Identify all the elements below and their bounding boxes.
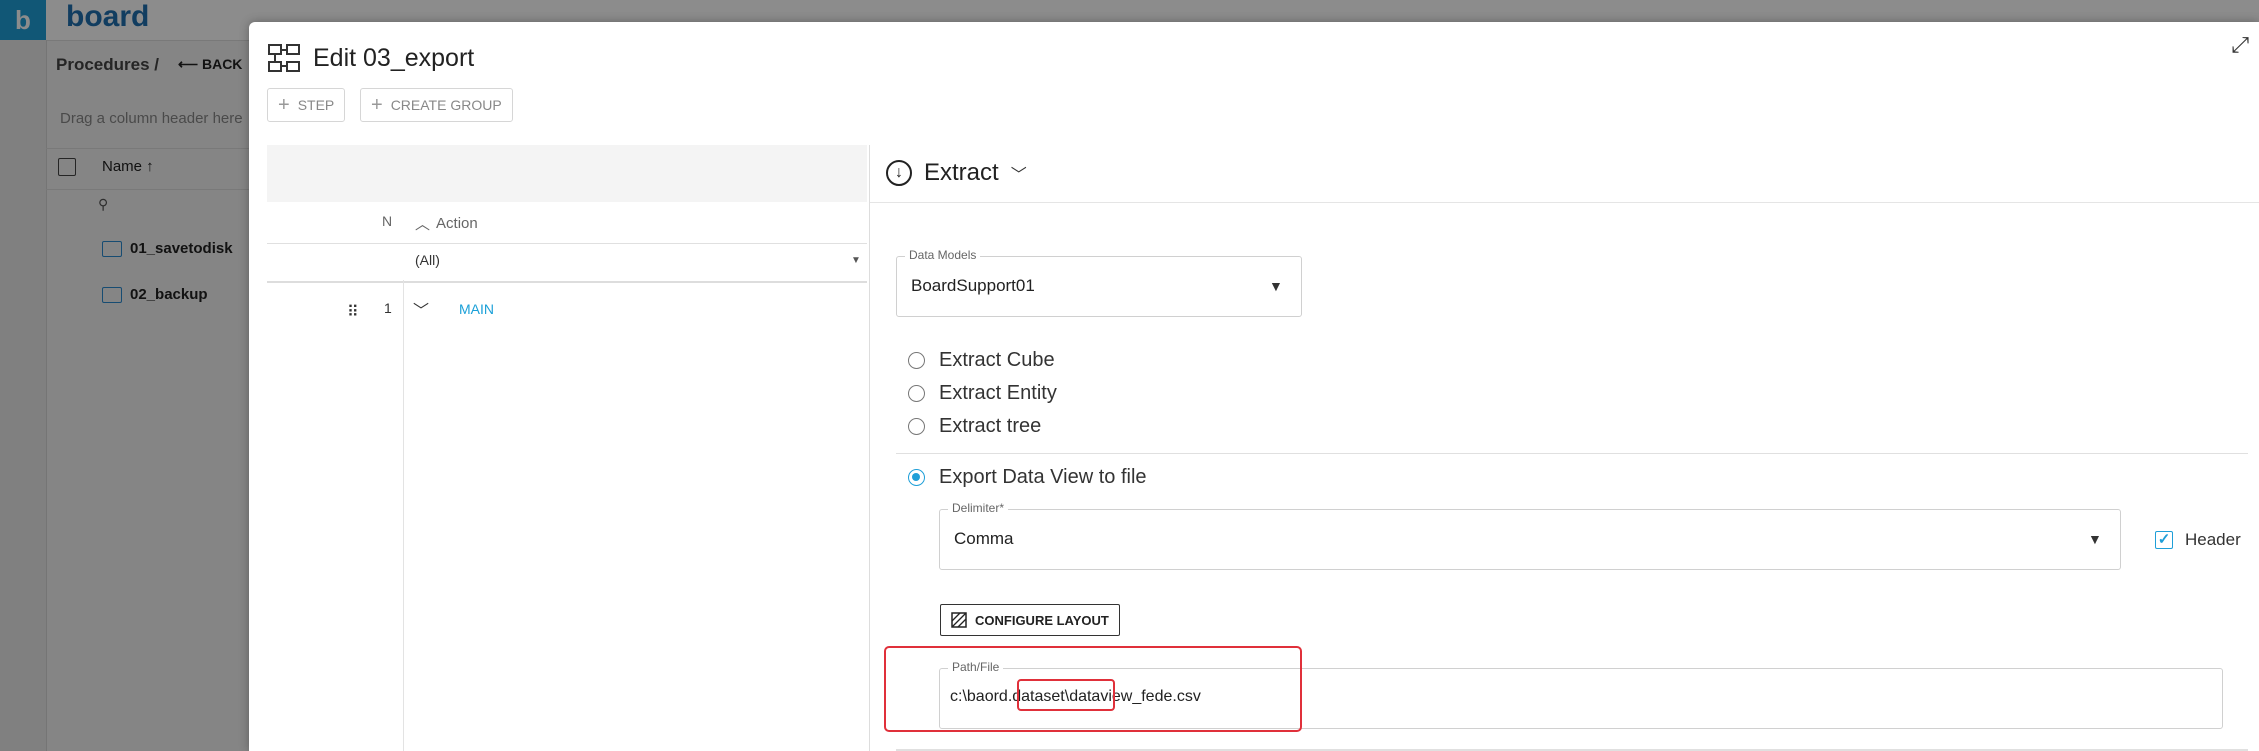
configure-layout-label: CONFIGURE LAYOUT bbox=[975, 612, 1109, 628]
drag-handle-icon[interactable]: ⠿ bbox=[347, 302, 359, 322]
delimiter-label: Delimiter* bbox=[948, 501, 1009, 515]
radio-extract-cube[interactable]: Extract Cube bbox=[908, 349, 1055, 372]
expand-icon[interactable]: ⤢ bbox=[2231, 32, 2249, 58]
caret-down-icon: ▼ bbox=[2088, 531, 2102, 547]
panel-header: ↓ Extract ﹀ bbox=[870, 145, 2259, 203]
radio-button[interactable] bbox=[908, 418, 925, 435]
step-number: 1 bbox=[384, 300, 392, 316]
layout-icon bbox=[951, 612, 967, 628]
header-checkbox[interactable]: ✓ Header bbox=[2155, 530, 2241, 550]
action-type-dropdown[interactable]: ↓ Extract ﹀ bbox=[886, 159, 1027, 187]
chevron-down-icon[interactable]: ﹀ bbox=[413, 297, 429, 321]
column-header-action-label: Action bbox=[436, 215, 478, 232]
steps-grid-header-area bbox=[267, 145, 867, 202]
edit-procedure-dialog: Edit 03_export ⤢ + STEP + CREATE GROUP N… bbox=[249, 22, 2259, 751]
plus-icon: + bbox=[278, 93, 290, 116]
chevron-down-icon: ﹀ bbox=[1010, 167, 1027, 184]
data-models-label: Data Models bbox=[905, 248, 981, 262]
chevron-up-icon: ︿ bbox=[415, 216, 431, 233]
dialog-title: Edit 03_export bbox=[313, 43, 475, 72]
caret-down-icon: ▼ bbox=[1269, 278, 1283, 294]
column-header-n[interactable]: N bbox=[382, 213, 392, 229]
data-models-value: BoardSupport01 bbox=[911, 276, 1035, 295]
dialog-header: Edit 03_export bbox=[267, 42, 474, 74]
add-step-label: STEP bbox=[297, 97, 335, 113]
create-group-button[interactable]: + CREATE GROUP bbox=[360, 88, 513, 122]
delimiter-value: Comma bbox=[954, 529, 1014, 548]
checkbox-checked-icon[interactable]: ✓ bbox=[2155, 531, 2173, 549]
radio-extract-tree[interactable]: Extract tree bbox=[908, 415, 1041, 438]
download-icon: ↓ bbox=[886, 160, 912, 186]
caret-down-icon[interactable]: ▼ bbox=[851, 255, 861, 266]
column-divider bbox=[403, 280, 404, 751]
step-detail-panel: ↓ Extract ﹀ Data Models BoardSupport01 ▼… bbox=[869, 145, 2259, 751]
radio-label: Extract Cube bbox=[939, 349, 1055, 371]
filename-highlight-annotation bbox=[1017, 679, 1115, 711]
create-group-label: CREATE GROUP bbox=[390, 97, 502, 113]
procedure-icon bbox=[268, 44, 300, 72]
radio-export-data-view[interactable]: Export Data View to file bbox=[908, 466, 1147, 489]
radio-label: Export Data View to file bbox=[939, 466, 1147, 488]
action-type-label: Extract bbox=[924, 159, 999, 186]
add-step-button[interactable]: + STEP bbox=[267, 88, 346, 122]
delimiter-select[interactable]: Delimiter* Comma ▼ bbox=[939, 501, 2121, 570]
filter-row bbox=[267, 243, 867, 283]
column-header-action[interactable]: ︿ Action bbox=[415, 213, 478, 234]
divider bbox=[896, 453, 2248, 454]
radio-label: Extract Entity bbox=[939, 382, 1057, 404]
configure-layout-button[interactable]: CONFIGURE LAYOUT bbox=[940, 604, 1120, 636]
header-checkbox-label: Header bbox=[2185, 530, 2241, 549]
radio-label: Extract tree bbox=[939, 415, 1042, 437]
radio-extract-entity[interactable]: Extract Entity bbox=[908, 382, 1057, 405]
action-filter-select[interactable]: (All) bbox=[415, 252, 440, 268]
data-models-select[interactable]: Data Models BoardSupport01 ▼ bbox=[896, 248, 1302, 317]
radio-button-selected[interactable] bbox=[908, 469, 925, 486]
radio-button[interactable] bbox=[908, 385, 925, 402]
radio-button[interactable] bbox=[908, 352, 925, 369]
plus-icon: + bbox=[371, 93, 383, 116]
step-action-link[interactable]: MAIN bbox=[459, 301, 494, 317]
